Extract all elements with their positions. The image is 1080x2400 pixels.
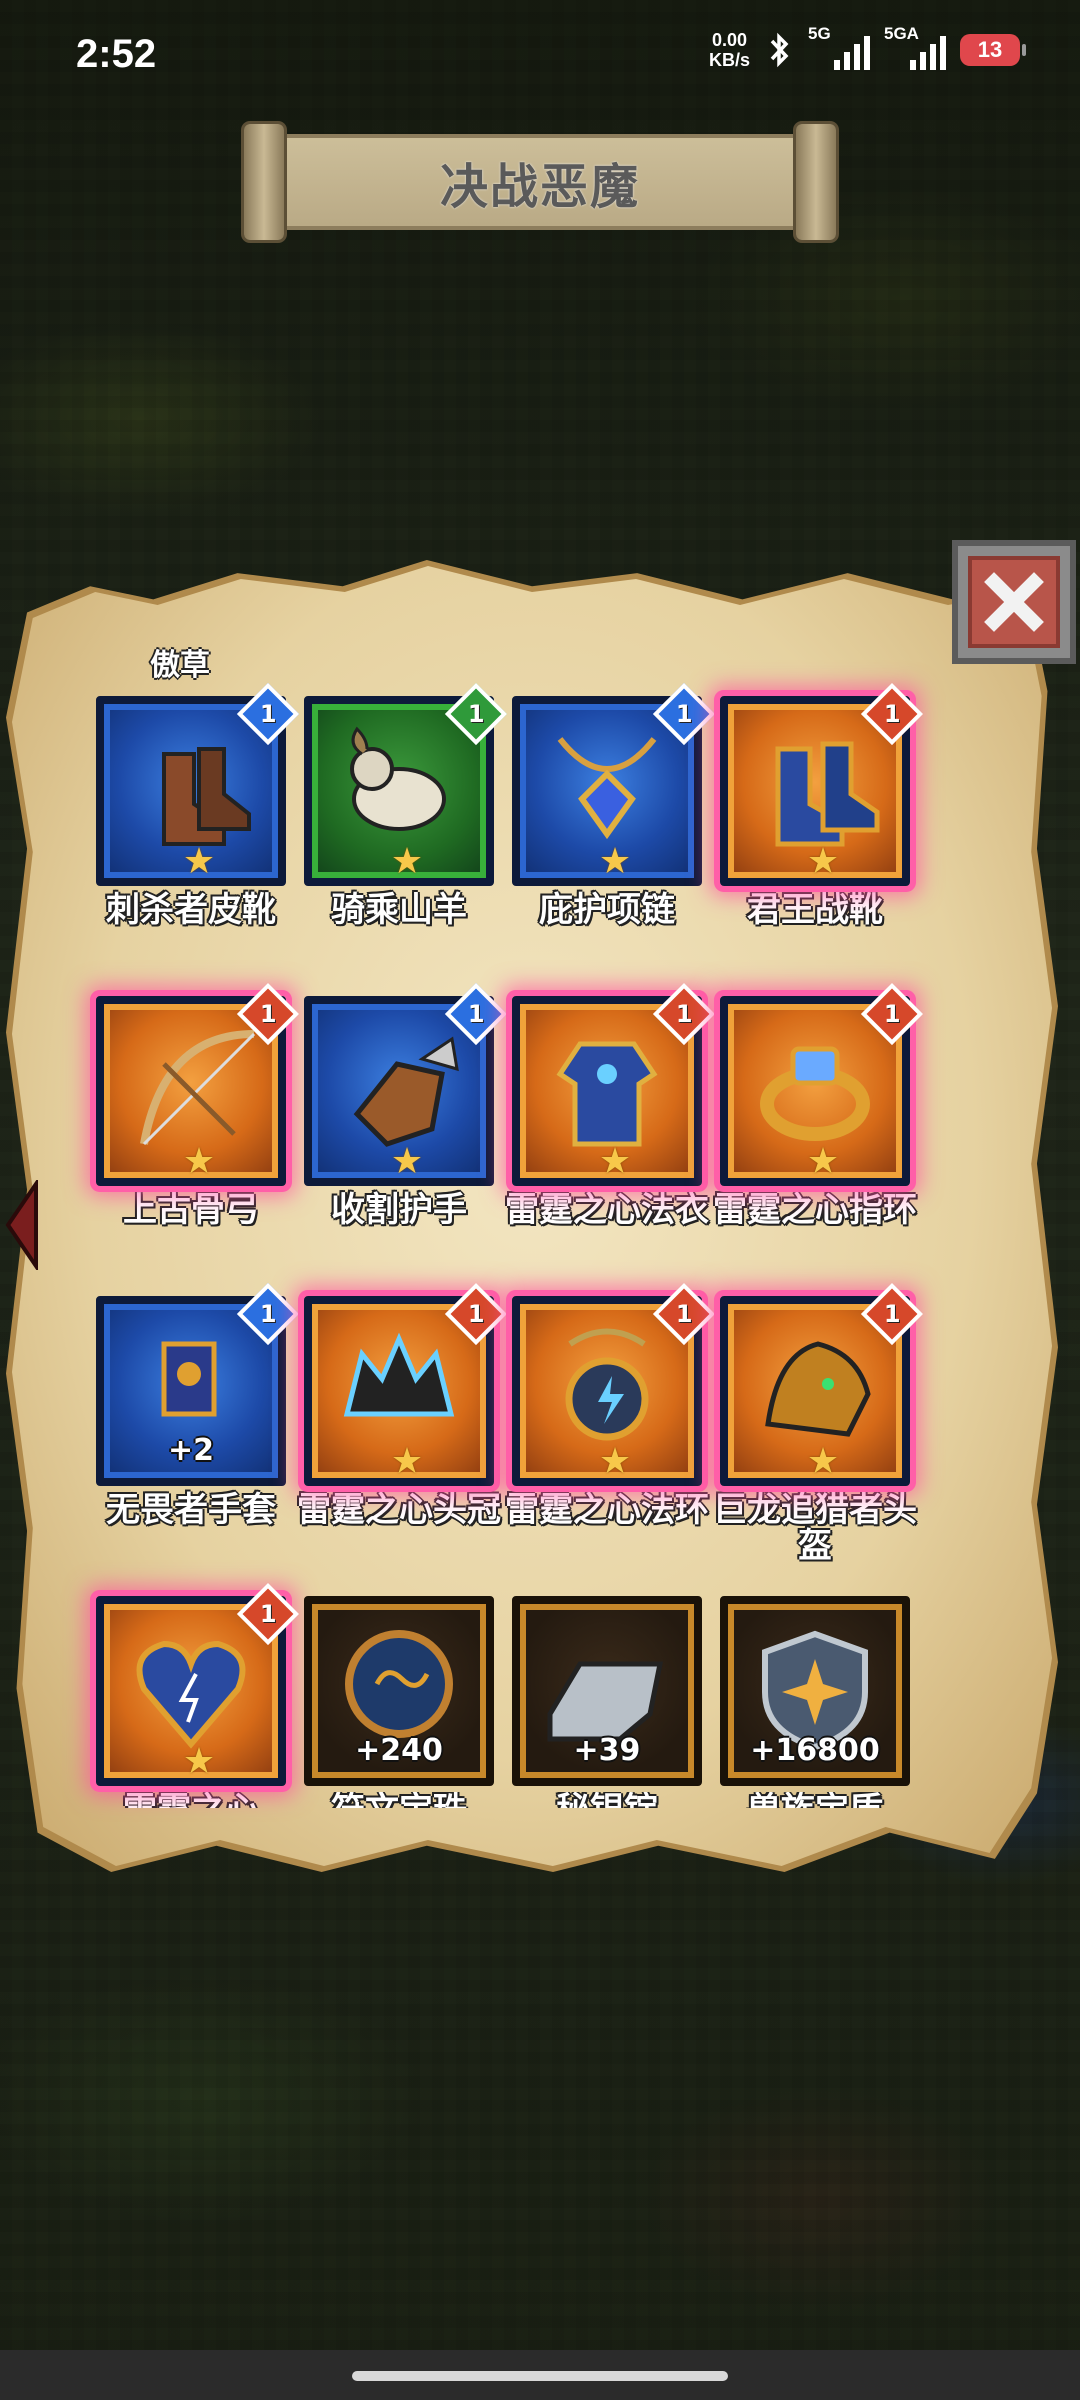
- star-icon: ★: [182, 841, 216, 882]
- reward-item[interactable]: 1 ★ 庇护项链: [512, 682, 716, 928]
- item-tile[interactable]: 1 ★: [304, 982, 508, 1186]
- home-indicator[interactable]: [352, 2371, 728, 2381]
- status-bar: 2:52 0.00 KB/s 5G 5GA 13: [0, 0, 1080, 110]
- item-tile[interactable]: +16800: [720, 1596, 910, 1786]
- item-tile[interactable]: 1 ★: [720, 1282, 924, 1486]
- level-value: 1: [467, 999, 485, 1028]
- item-name: 秘银锭: [502, 1792, 712, 1808]
- item-count: +39: [573, 1733, 641, 1768]
- reward-item[interactable]: +39秘银锭: [512, 1596, 702, 1808]
- reward-item[interactable]: +16800兽族宝盾: [720, 1596, 910, 1808]
- item-name: 雷霆之心: [86, 1792, 296, 1808]
- item-tile[interactable]: 1 ★: [512, 682, 716, 886]
- star-icon: ★: [390, 841, 424, 882]
- item-tile[interactable]: 1 ★: [96, 982, 300, 1186]
- item-tile[interactable]: 1 ★: [512, 982, 716, 1186]
- level-value: 1: [883, 699, 901, 728]
- item-name: 骑乘山羊: [331, 890, 467, 930]
- item-name: 雷霆之心指环: [713, 1190, 917, 1230]
- item-name: 刺杀者皮靴: [106, 890, 276, 930]
- item-count: +240: [355, 1733, 443, 1768]
- level-value: 1: [675, 1299, 693, 1328]
- item-tile[interactable]: 1 ★: [96, 682, 300, 886]
- section-label: 傲草: [150, 648, 210, 683]
- level-value: 1: [675, 699, 693, 728]
- item-name: 雷霆之心法环: [505, 1490, 709, 1530]
- item-tile[interactable]: 1 ★: [720, 982, 924, 1186]
- item-tile[interactable]: +39: [512, 1596, 702, 1786]
- reward-item[interactable]: 1 ★ 君王战靴: [720, 682, 924, 928]
- reward-item[interactable]: 1 +2 无畏者手套: [96, 1282, 300, 1528]
- level-value: 1: [883, 999, 901, 1028]
- item-tile[interactable]: 1 ★: [96, 1582, 300, 1786]
- level-value: 1: [675, 999, 693, 1028]
- reward-item[interactable]: 1 ★ 上古骨弓: [96, 982, 300, 1228]
- item-tile[interactable]: 1 ★: [304, 1282, 508, 1486]
- item-tile[interactable]: 1 ★: [720, 682, 924, 886]
- level-value: 1: [259, 999, 277, 1028]
- star-icon: ★: [598, 1141, 632, 1182]
- reward-item[interactable]: 1 ★ 雷霆之心法环: [505, 1282, 716, 1528]
- level-value: 1: [259, 699, 277, 728]
- star-icon: ★: [598, 1441, 632, 1482]
- star-icon: ★: [390, 1141, 424, 1182]
- battery-indicator: 13: [960, 34, 1026, 66]
- level-value: 1: [467, 1299, 485, 1328]
- star-icon: ★: [182, 1741, 216, 1782]
- level-value: 1: [883, 1299, 901, 1328]
- star-icon: ★: [390, 1441, 424, 1482]
- item-tile[interactable]: 1 ★: [304, 682, 508, 886]
- bluetooth-icon: [770, 32, 789, 68]
- item-name: 上古骨弓: [123, 1190, 259, 1230]
- reward-item[interactable]: 1★雷霆之心: [96, 1582, 300, 1808]
- reward-item[interactable]: 1 ★ 刺杀者皮靴: [96, 682, 300, 928]
- star-icon: ★: [598, 841, 632, 882]
- reward-item[interactable]: 1 ★ 收割护手: [304, 982, 508, 1228]
- item-name: 无畏者手套: [106, 1490, 276, 1530]
- reward-item[interactable]: +240符文宝珠: [304, 1596, 494, 1808]
- level-value: 1: [259, 1299, 277, 1328]
- close-icon: [984, 572, 1044, 632]
- item-name: 兽族宝盾: [710, 1792, 920, 1808]
- level-value: 1: [259, 1599, 277, 1628]
- item-count: +16800: [750, 1733, 880, 1768]
- item-tile[interactable]: 1 ★: [512, 1282, 716, 1486]
- reward-item[interactable]: 1 ★ 骑乘山羊: [304, 682, 508, 928]
- item-name: 庇护项链: [539, 890, 675, 930]
- item-name: 巨龙追猎者头盔: [713, 1490, 917, 1566]
- close-button[interactable]: [952, 540, 1076, 664]
- level-value: 1: [467, 699, 485, 728]
- signal-5ga-icon: 5GA: [884, 24, 946, 70]
- signal-5g-icon: 5G: [808, 24, 870, 70]
- reward-item[interactable]: 1 ★ 巨龙追猎者头盔: [713, 1282, 924, 1564]
- item-name: 收割护手: [331, 1190, 467, 1230]
- item-tile[interactable]: 1 +2: [96, 1282, 300, 1486]
- left-arrow-icon[interactable]: [2, 1180, 42, 1270]
- reward-item[interactable]: 1 ★ 雷霆之心法衣: [505, 982, 716, 1228]
- reward-item[interactable]: 1 ★ 雷霆之心指环: [713, 982, 924, 1228]
- page-title: 决战恶魔: [439, 159, 640, 215]
- item-tile[interactable]: +240: [304, 1596, 494, 1786]
- item-name: 君王战靴: [747, 890, 883, 930]
- clock: 2:52: [76, 32, 157, 76]
- star-icon: ★: [806, 1141, 840, 1182]
- item-name: 雷霆之心法衣: [505, 1190, 709, 1230]
- item-name: 雷霆之心头冠: [297, 1490, 501, 1530]
- title-banner: 决战恶魔: [244, 124, 836, 240]
- star-icon: ★: [806, 1441, 840, 1482]
- reward-item[interactable]: 1 ★ 雷霆之心头冠: [297, 1282, 508, 1528]
- network-speed: 0.00 KB/s: [708, 30, 750, 70]
- item-name: 符文宝珠: [294, 1792, 504, 1808]
- item-count: +2: [167, 1433, 214, 1468]
- star-icon: ★: [182, 1141, 216, 1182]
- star-icon: ★: [806, 841, 840, 882]
